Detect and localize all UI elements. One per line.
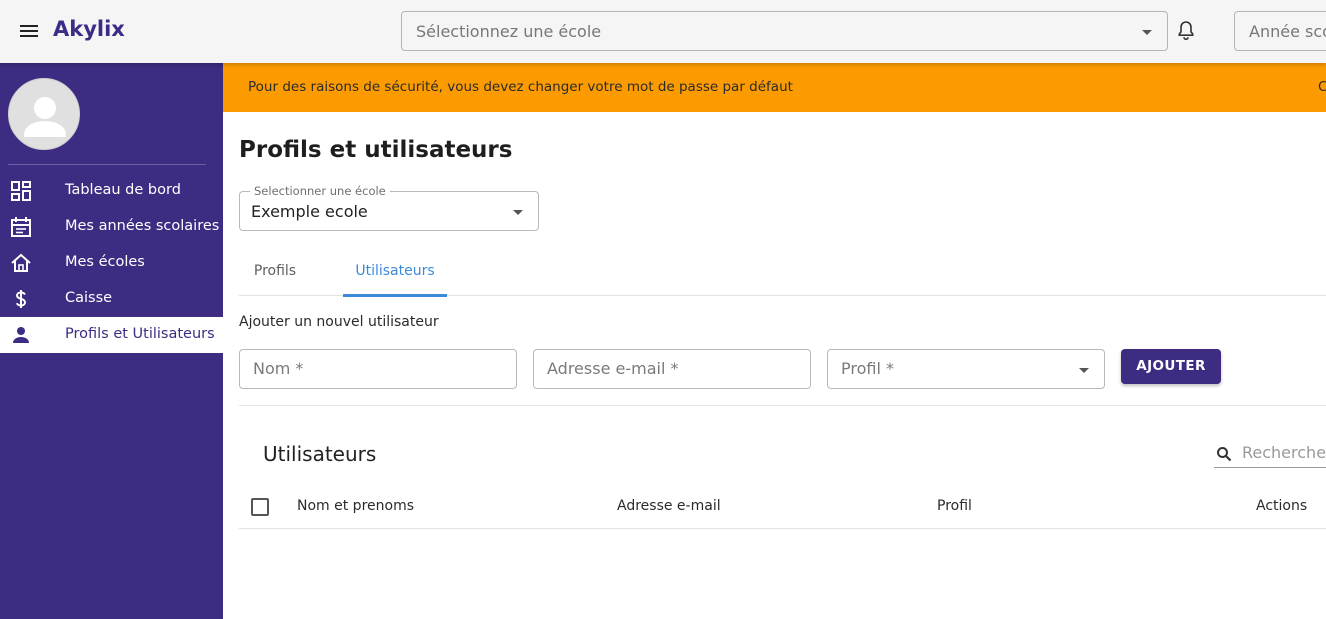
sidebar-item-profiles-users[interactable]: Profils et Utilisateurs <box>0 317 223 353</box>
sidebar-item-schools[interactable]: Mes écoles <box>0 245 223 281</box>
school-year-placeholder: Année scolaire <box>1249 22 1326 41</box>
users-table-title: Utilisateurs <box>263 442 377 466</box>
avatar[interactable] <box>8 78 80 150</box>
banner-action-link[interactable]: C <box>1318 79 1326 95</box>
name-field[interactable]: Nom * <box>239 349 517 389</box>
column-header-email[interactable]: Adresse e-mail <box>617 498 721 514</box>
school-select-placeholder: Sélectionnez une école <box>416 22 602 41</box>
email-field-placeholder: Adresse e-mail * <box>547 359 679 378</box>
sidebar-item-label: Mes écoles <box>65 254 145 270</box>
school-select-field[interactable]: Selectionner une école Exemple ecole <box>239 184 539 231</box>
dashboard-icon <box>10 180 32 202</box>
tab-users[interactable]: Utilisateurs <box>343 250 447 297</box>
user-avatar-icon <box>24 97 66 137</box>
brand-logo[interactable]: Akylix <box>53 17 125 41</box>
banner-message: Pour des raisons de sécurité, vous devez… <box>248 79 793 95</box>
chevron-down-icon <box>1079 368 1089 373</box>
bell-icon[interactable] <box>1174 19 1198 43</box>
users-table-header: Nom et prenoms Adresse e-mail Profil Act… <box>239 486 1326 529</box>
search-input[interactable]: Rechercher <box>1214 440 1326 468</box>
sidebar-item-dashboard[interactable]: Tableau de bord <box>0 173 223 209</box>
add-user-button[interactable]: AJOUTER <box>1121 349 1221 384</box>
tabs: Profils Utilisateurs <box>239 250 1326 297</box>
profile-select[interactable]: Profil * <box>827 349 1105 389</box>
column-header-profile[interactable]: Profil <box>937 498 972 514</box>
sidebar: Tableau de bord Mes années scolaires Mes… <box>0 63 223 619</box>
tab-profiles[interactable]: Profils <box>239 250 311 295</box>
school-year-select[interactable]: Année scolaire <box>1234 11 1326 51</box>
sidebar-item-label: Caisse <box>65 290 113 306</box>
sidebar-item-label: Mes années scolaires <box>65 218 220 234</box>
chevron-down-icon <box>513 210 523 215</box>
home-icon <box>10 252 32 274</box>
profile-select-placeholder: Profil * <box>841 359 894 378</box>
tab-label: Profils <box>253 263 297 279</box>
top-app-bar: Akylix Sélectionnez une école Année scol… <box>0 0 1326 63</box>
tab-label: Utilisateurs <box>355 263 435 279</box>
divider <box>239 405 1326 406</box>
column-header-name[interactable]: Nom et prenoms <box>297 498 414 514</box>
email-field[interactable]: Adresse e-mail * <box>533 349 811 389</box>
search-placeholder: Rechercher <box>1242 443 1326 462</box>
sidebar-nav: Tableau de bord Mes années scolaires Mes… <box>0 173 223 353</box>
add-user-heading: Ajouter un nouvel utilisateur <box>239 314 439 330</box>
menu-icon[interactable] <box>14 19 44 45</box>
calendar-icon <box>10 216 32 238</box>
sidebar-item-cash[interactable]: Caisse <box>0 281 223 317</box>
school-select-label: Selectionner une école <box>250 184 390 198</box>
school-select[interactable]: Sélectionnez une école <box>401 11 1168 51</box>
select-all-checkbox[interactable] <box>251 498 269 516</box>
search-icon <box>1216 446 1232 466</box>
sidebar-item-label: Tableau de bord <box>65 182 181 198</box>
person-icon <box>10 324 32 346</box>
password-warning-banner: Pour des raisons de sécurité, vous devez… <box>223 63 1326 112</box>
school-select-value: Exemple ecole <box>251 202 368 221</box>
sidebar-divider <box>8 164 206 165</box>
dollar-icon <box>10 288 32 310</box>
page-title: Profils et utilisateurs <box>239 137 513 163</box>
sidebar-item-label: Profils et Utilisateurs <box>65 326 215 342</box>
chevron-down-icon <box>1142 30 1152 35</box>
column-header-actions: Actions <box>1256 498 1308 514</box>
sidebar-item-school-years[interactable]: Mes années scolaires <box>0 209 223 245</box>
name-field-placeholder: Nom * <box>253 359 304 378</box>
